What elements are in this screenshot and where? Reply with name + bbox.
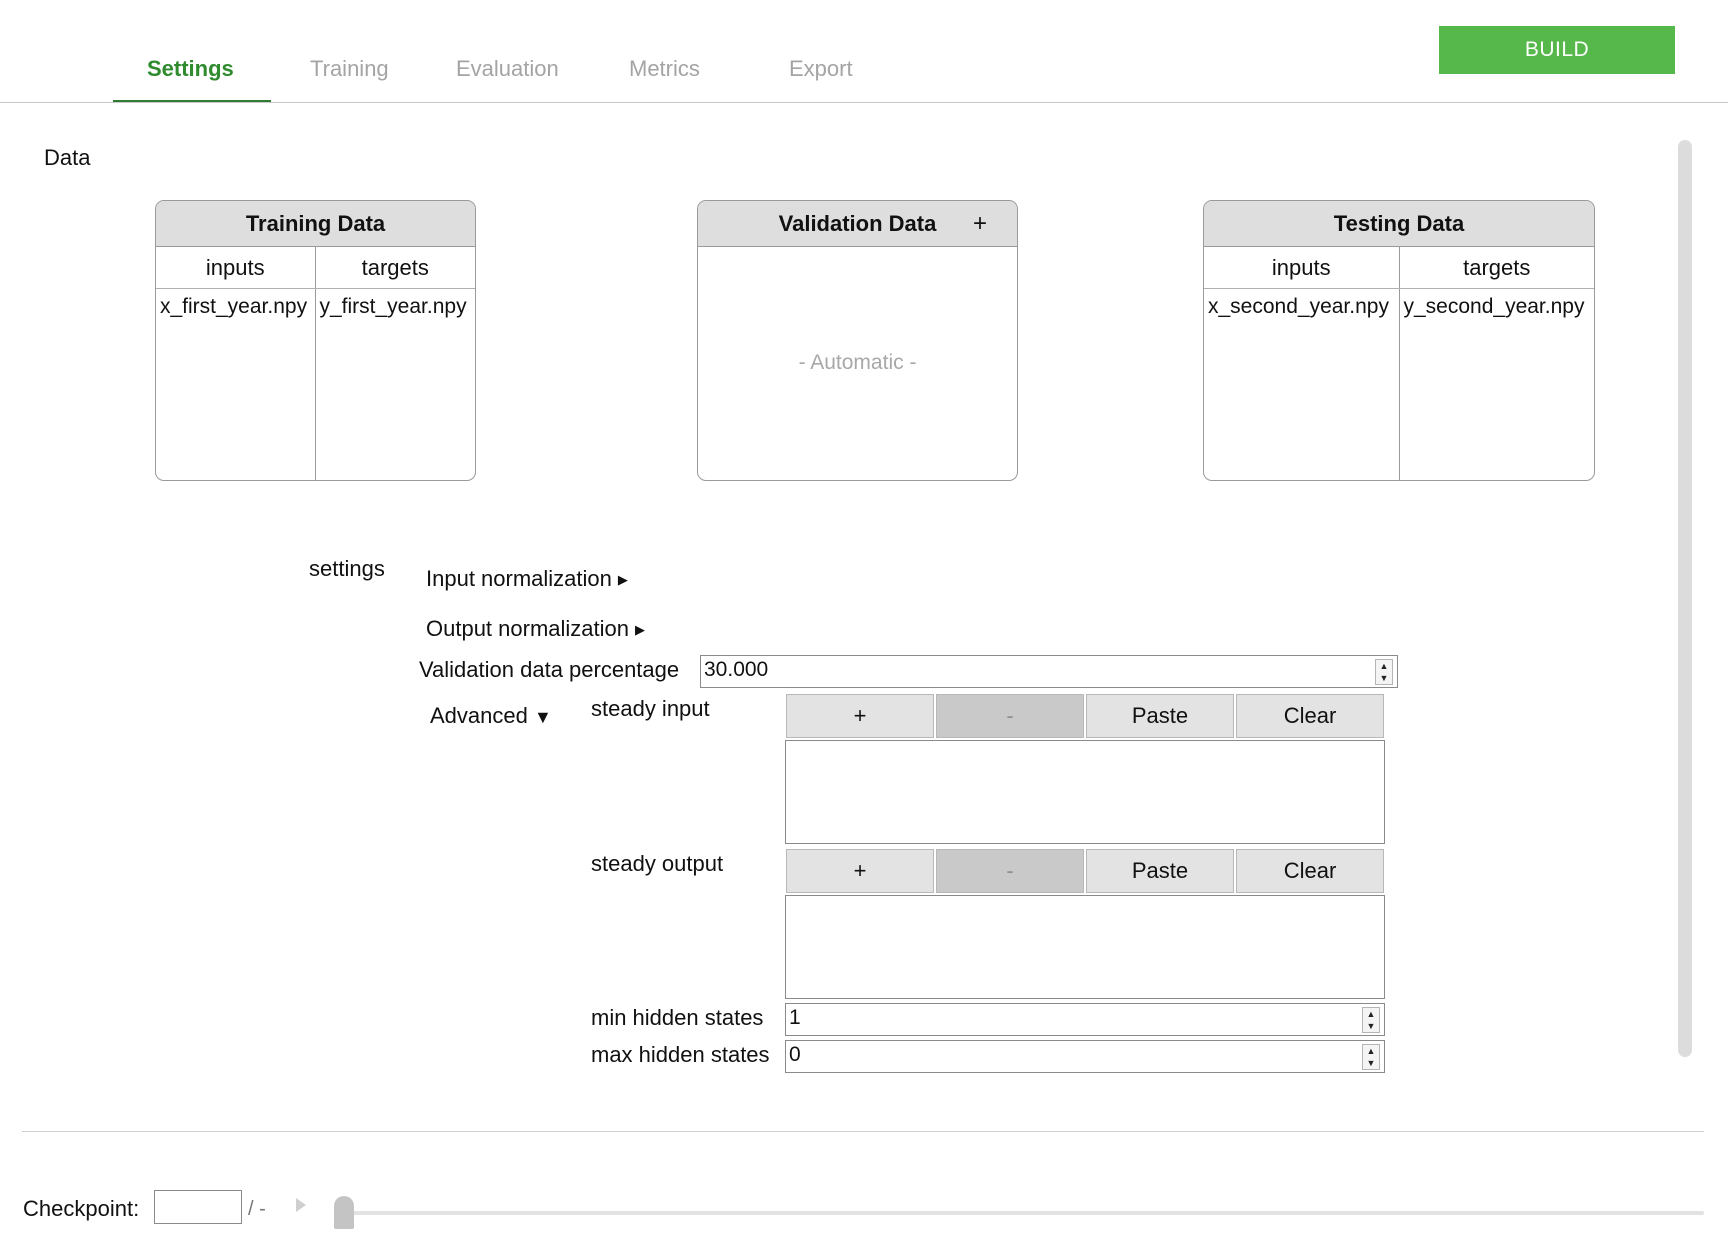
- expand-arrow-icon: ▶: [635, 622, 645, 638]
- tab-training[interactable]: Training: [310, 56, 389, 82]
- add-validation-data-button[interactable]: +: [973, 210, 987, 238]
- vertical-scrollbar[interactable]: [1678, 140, 1692, 1057]
- max-hidden-states-spinbox[interactable]: 0 ▲ ▼: [785, 1040, 1385, 1073]
- training-targets-column: y_first_year.npy: [316, 289, 476, 480]
- training-inputs-header: inputs: [156, 247, 316, 288]
- testing-targets-column: y_second_year.npy: [1400, 289, 1595, 480]
- validation-automatic-placeholder: - Automatic -: [798, 351, 917, 374]
- advanced-toggle[interactable]: Advanced ▼: [430, 703, 552, 729]
- header-divider: [0, 102, 1728, 103]
- training-data-panel: Training Data inputs targets x_first_yea…: [155, 200, 476, 481]
- validation-data-panel: Validation Data + - Automatic -: [697, 200, 1018, 481]
- steady-input-clear-button[interactable]: Clear: [1236, 694, 1384, 738]
- min-hidden-states-value: 1: [789, 1006, 801, 1029]
- steady-input-remove-button[interactable]: -: [936, 694, 1084, 738]
- training-data-title: Training Data: [156, 201, 475, 247]
- validation-percentage-label: Validation data percentage: [419, 657, 680, 682]
- checkpoint-input[interactable]: [154, 1190, 242, 1224]
- checkpoint-label: Checkpoint:: [23, 1196, 140, 1221]
- max-hidden-states-label: max hidden states: [591, 1042, 770, 1067]
- footer-divider: [22, 1131, 1704, 1132]
- checkpoint-slider-track[interactable]: [336, 1211, 1704, 1215]
- output-normalization-label: Output normalization: [426, 616, 629, 641]
- testing-inputs-column: x_second_year.npy: [1204, 289, 1400, 480]
- testing-inputs-header: inputs: [1204, 247, 1400, 288]
- training-target-file[interactable]: y_first_year.npy: [316, 295, 476, 319]
- testing-target-file[interactable]: y_second_year.npy: [1400, 295, 1595, 319]
- testing-data-title: Testing Data: [1204, 201, 1594, 247]
- spin-down-icon[interactable]: ▼: [1376, 672, 1392, 684]
- training-input-file[interactable]: x_first_year.npy: [156, 295, 315, 319]
- tab-export[interactable]: Export: [789, 56, 853, 82]
- training-inputs-column: x_first_year.npy: [156, 289, 316, 480]
- steady-output-remove-button[interactable]: -: [936, 849, 1084, 893]
- output-normalization-toggle[interactable]: Output normalization ▶: [426, 616, 645, 642]
- validation-data-title: Validation Data +: [698, 201, 1017, 247]
- expand-arrow-icon: ▶: [617, 572, 628, 588]
- steady-output-label: steady output: [591, 851, 724, 876]
- max-hidden-states-value: 0: [789, 1043, 801, 1066]
- steady-input-paste-button[interactable]: Paste: [1086, 694, 1234, 738]
- tab-metrics[interactable]: Metrics: [629, 56, 700, 82]
- steady-input-add-button[interactable]: +: [786, 694, 934, 738]
- steady-output-clear-button[interactable]: Clear: [1236, 849, 1384, 893]
- spin-down-icon[interactable]: ▼: [1363, 1057, 1379, 1069]
- checkpoint-slider-handle[interactable]: [334, 1196, 354, 1229]
- settings-label: settings: [309, 556, 385, 581]
- steady-output-list[interactable]: [785, 895, 1385, 999]
- advanced-label: Advanced: [430, 703, 528, 728]
- testing-targets-header: targets: [1463, 254, 1531, 280]
- collapse-arrow-icon: ▼: [533, 707, 552, 727]
- spin-down-icon[interactable]: ▼: [1363, 1020, 1379, 1032]
- steady-output-add-button[interactable]: +: [786, 849, 934, 893]
- spin-up-icon[interactable]: ▲: [1376, 660, 1392, 672]
- tab-settings[interactable]: Settings: [147, 56, 234, 82]
- build-button[interactable]: BUILD: [1439, 26, 1675, 74]
- testing-data-panel: Testing Data inputs targets x_second_yea…: [1203, 200, 1595, 481]
- input-normalization-toggle[interactable]: Input normalization ▶: [426, 566, 628, 592]
- spin-up-icon[interactable]: ▲: [1363, 1045, 1379, 1057]
- input-normalization-label: Input normalization: [426, 566, 612, 591]
- steady-output-paste-button[interactable]: Paste: [1086, 849, 1234, 893]
- checkpoint-total: / -: [248, 1198, 266, 1220]
- steady-input-list[interactable]: [785, 740, 1385, 844]
- data-section-label: Data: [44, 145, 91, 170]
- spin-up-icon[interactable]: ▲: [1363, 1008, 1379, 1020]
- steady-input-label: steady input: [591, 696, 710, 721]
- min-hidden-states-label: min hidden states: [591, 1005, 764, 1030]
- training-targets-header: targets: [361, 254, 429, 280]
- testing-input-file[interactable]: x_second_year.npy: [1204, 295, 1399, 319]
- validation-percentage-value: 30.000: [704, 658, 769, 681]
- play-icon[interactable]: [296, 1198, 306, 1212]
- validation-percentage-spinbox[interactable]: 30.000 ▲ ▼: [700, 655, 1398, 688]
- min-hidden-states-spinbox[interactable]: 1 ▲ ▼: [785, 1003, 1385, 1036]
- tab-evaluation[interactable]: Evaluation: [456, 56, 559, 82]
